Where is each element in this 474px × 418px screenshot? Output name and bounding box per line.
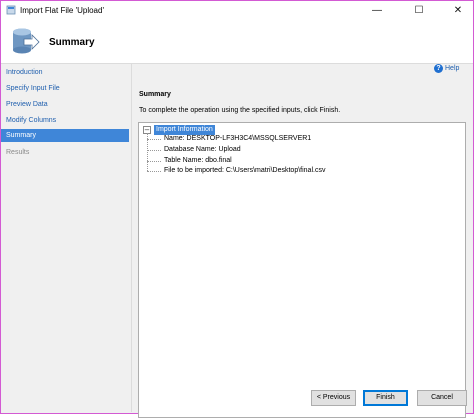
nav-item-modify-columns[interactable]: Modify Columns (1, 114, 129, 127)
tree-item-label: Table Name: dbo.final (164, 157, 232, 164)
help-icon: ? (434, 64, 443, 73)
cancel-button[interactable]: Cancel (417, 390, 467, 406)
nav-item-introduction[interactable]: Introduction (1, 66, 129, 79)
previous-button[interactable]: < Previous (311, 390, 356, 406)
tree-item-server[interactable]: Name: DESKTOP-LF3H3C4\MSSQLSERVER1 (147, 134, 311, 144)
section-title: Summary (139, 91, 171, 98)
nav-item-preview-data[interactable]: Preview Data (1, 98, 129, 111)
close-icon: ✕ (453, 5, 463, 16)
nav-item-summary[interactable]: Summary (1, 129, 129, 142)
help-link[interactable]: ? Help (434, 64, 459, 73)
instruction-text: To complete the operation using the spec… (139, 107, 341, 114)
tree-item-table[interactable]: Table Name: dbo.final (147, 156, 232, 166)
import-flat-file-window: Import Flat File 'Upload' — ☐ ✕ Summary … (0, 0, 474, 418)
tree-item-label: File to be imported: C:\Users\matri\Desk… (164, 167, 326, 174)
title-bar[interactable]: Import Flat File 'Upload' — ☐ ✕ (1, 1, 473, 20)
tree-item-label: Name: DESKTOP-LF3H3C4\MSSQLSERVER1 (164, 135, 312, 142)
tree-item-file[interactable]: File to be imported: C:\Users\matri\Desk… (147, 166, 325, 176)
minimize-icon: — (372, 5, 382, 16)
window-title: Import Flat File 'Upload' (20, 6, 104, 15)
nav-item-results: Results (6, 149, 30, 156)
maximize-icon: ☐ (414, 5, 424, 16)
summary-panel: ? Help Summary To complete the operation… (132, 64, 473, 418)
summary-tree[interactable]: − Import Information Name: DESKTOP-LF3H3… (138, 122, 466, 418)
header-title: Summary (49, 37, 95, 48)
wizard-nav: Introduction Specify Input File Preview … (1, 64, 131, 412)
tree-item-label: Database Name: Upload (164, 146, 241, 153)
app-icon (6, 5, 16, 15)
maximize-button[interactable]: ☐ (404, 1, 434, 20)
finish-button[interactable]: Finish (363, 390, 408, 406)
tree-item-database[interactable]: Database Name: Upload (147, 145, 241, 155)
help-label: Help (445, 65, 460, 72)
wizard-header: Summary (1, 20, 473, 64)
nav-item-specify-input-file[interactable]: Specify Input File (1, 82, 129, 95)
close-button[interactable]: ✕ (443, 1, 473, 20)
database-import-icon (13, 28, 40, 54)
minimize-button[interactable]: — (362, 1, 392, 20)
